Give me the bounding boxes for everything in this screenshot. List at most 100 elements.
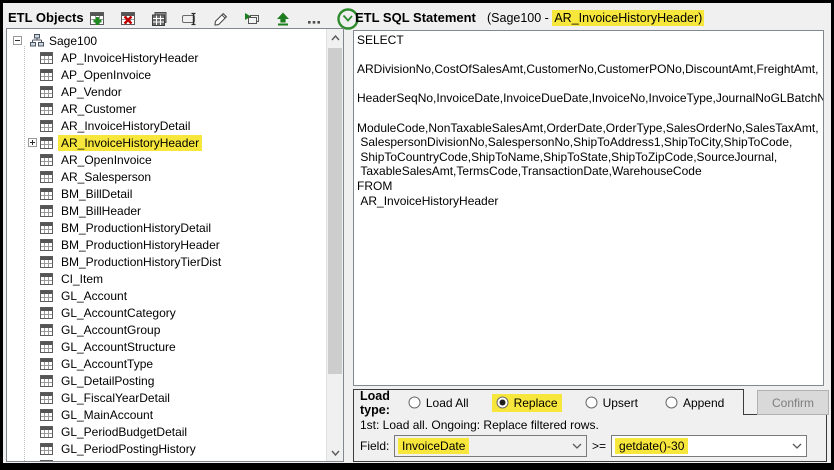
tree-item-CI_Item[interactable]: CI_Item [7,270,326,287]
table-icon [40,307,53,319]
tree-scrollbar[interactable] [326,29,343,461]
tree-item-AR_InvoiceHistoryHeader[interactable]: AR_InvoiceHistoryHeader [7,134,326,151]
add-table-icon[interactable] [88,10,106,28]
rename-icon[interactable] [181,10,199,28]
tree-item-label: AR_InvoiceHistoryHeader [58,135,202,151]
table-icon [40,154,53,166]
tree-item-label: GL_FiscalYearDetail [58,390,173,406]
tree-item-GL_AccountStructure[interactable]: GL_AccountStructure [7,338,326,355]
tree-item-GL_AccountType[interactable]: GL_AccountType [7,355,326,372]
tree-item-AP_OpenInvoice[interactable]: AP_OpenInvoice [7,66,326,83]
app-window: ETL Objects [0,0,834,470]
tree-item-BM_ProductionHistoryHeader[interactable]: BM_ProductionHistoryHeader [7,236,326,253]
tree-item-BM_ProductionHistoryTierDist[interactable]: BM_ProductionHistoryTierDist [7,253,326,270]
table-icon [40,273,53,285]
table-icon [40,426,53,438]
tree-root-label: Sage100 [49,34,97,48]
load-type-option-load-all[interactable]: Load All [404,394,473,412]
tree-item-BM_ProductionHistoryDetail[interactable]: BM_ProductionHistoryDetail [7,219,326,236]
table-icon [40,103,53,115]
table-icon [40,460,53,462]
tree-item-GL_FiscalYearDetail[interactable]: GL_FiscalYearDetail [7,389,326,406]
tree-content: Sage100 AP_InvoiceHistoryHeaderAP_OpenIn… [7,29,326,461]
tree-item-AP_Vendor[interactable]: AP_Vendor [7,83,326,100]
tree-item-label: GL_AccountStructure [58,339,179,355]
tree-item-GL_SubAccount[interactable]: GL_SubAccount [7,457,326,461]
data-grid-icon[interactable] [150,10,168,28]
tree-item-label: BM_BillHeader [58,203,144,219]
tree-item-GL_MainAccount[interactable]: GL_MainAccount [7,406,326,423]
load-type-option-append[interactable]: Append [661,394,728,412]
scroll-up-icon[interactable] [327,29,344,46]
chevron-down-icon [572,443,582,449]
confirm-button[interactable]: Confirm [757,390,829,415]
etl-objects-title: ETL Objects [8,10,84,25]
subtitle-highlighted-table: AR_InvoiceHistoryHeader) [552,10,704,26]
load-type-panel: 1st: Load all. Ongoing: Replace filtered… [353,414,827,462]
tree-item-label: GL_DetailPosting [58,373,157,389]
field-dropdown-value: InvoiceDate [398,438,469,454]
delete-table-icon[interactable] [119,10,137,28]
tree-item-GL_DetailPosting[interactable]: GL_DetailPosting [7,372,326,389]
tree-item-AR_Salesperson[interactable]: AR_Salesperson [7,168,326,185]
tree-item-AR_InvoiceHistoryDetail[interactable]: AR_InvoiceHistoryDetail [7,117,326,134]
table-icon [40,256,53,268]
table-icon [40,358,53,370]
tree-item-label: CI_Item [58,271,106,287]
table-icon [40,239,53,251]
tree-item-GL_Account[interactable]: GL_Account [7,287,326,304]
tree-item-label: AR_InvoiceHistoryDetail [58,118,193,134]
upload-icon[interactable] [274,10,292,28]
tree-item-label: GL_PeriodPostingHistory [58,441,199,457]
tree-item-label: GL_Account [58,288,130,304]
subtitle-prefix: (Sage100 - [487,11,552,25]
table-icon [40,171,53,183]
more-options-icon[interactable] [305,10,323,28]
radio-icon [665,396,678,409]
etl-objects-tree: Sage100 AP_InvoiceHistoryHeaderAP_OpenIn… [6,28,344,462]
sql-subtitle: (Sage100 - AR_InvoiceHistoryHeader) [487,11,704,25]
tree-item-label: GL_PeriodBudgetDetail [58,424,190,440]
tree-item-AP_InvoiceHistoryHeader[interactable]: AP_InvoiceHistoryHeader [7,49,326,66]
run-etl-icon[interactable] [243,10,261,28]
tree-item-BM_BillHeader[interactable]: BM_BillHeader [7,202,326,219]
scroll-down-icon[interactable] [327,444,344,461]
radio-option-label: Replace [514,396,558,410]
tree-item-GL_AccountCategory[interactable]: GL_AccountCategory [7,304,326,321]
tree-item-label: AP_OpenInvoice [58,67,154,83]
filter-field-row: Field: InvoiceDate >= getdate()-30 [360,434,807,457]
field-dropdown[interactable]: InvoiceDate [394,435,587,457]
tree-item-label: GL_SubAccount [58,458,151,462]
filter-value: getdate()-30 [615,438,688,454]
load-type-description: 1st: Load all. Ongoing: Replace filtered… [360,418,599,432]
load-type-option-upsert[interactable]: Upsert [581,394,642,412]
table-icon [40,120,53,132]
tree-item-label: GL_AccountType [58,356,156,372]
radio-icon [408,396,421,409]
tree-item-GL_PeriodPostingHistory[interactable]: GL_PeriodPostingHistory [7,440,326,457]
tree-item-label: BM_ProductionHistoryDetail [58,220,214,236]
tree-item-BM_BillDetail[interactable]: BM_BillDetail [7,185,326,202]
tree-item-label: AP_Vendor [58,84,125,100]
tree-item-AR_OpenInvoice[interactable]: AR_OpenInvoice [7,151,326,168]
table-icon [40,86,53,98]
etl-sql-statement-title: ETL SQL Statement [355,10,476,25]
tree-children: AP_InvoiceHistoryHeaderAP_OpenInvoiceAP_… [7,49,326,461]
chevron-down-icon [792,443,802,449]
operator-label: >= [592,439,606,453]
filter-value-dropdown[interactable]: getdate()-30 [611,435,807,457]
tree-item-GL_AccountGroup[interactable]: GL_AccountGroup [7,321,326,338]
edit-pencil-icon[interactable] [212,10,230,28]
tree-item-label: AR_Salesperson [58,169,154,185]
tree-item-AR_Customer[interactable]: AR_Customer [7,100,326,117]
tree-root-sage100[interactable]: Sage100 [7,32,326,49]
load-type-option-replace[interactable]: Replace [492,394,562,412]
table-icon [40,409,53,421]
expand-icon[interactable] [28,138,37,147]
scrollbar-thumb[interactable] [328,48,342,374]
radio-option-label: Load All [426,396,469,410]
tree-item-GL_PeriodBudgetDetail[interactable]: GL_PeriodBudgetDetail [7,423,326,440]
table-icon [40,188,53,200]
collapse-icon[interactable] [13,36,22,45]
sql-statement-editor[interactable]: SELECT ARDivisionNo,CostOfSalesAmt,Custo… [353,30,824,386]
